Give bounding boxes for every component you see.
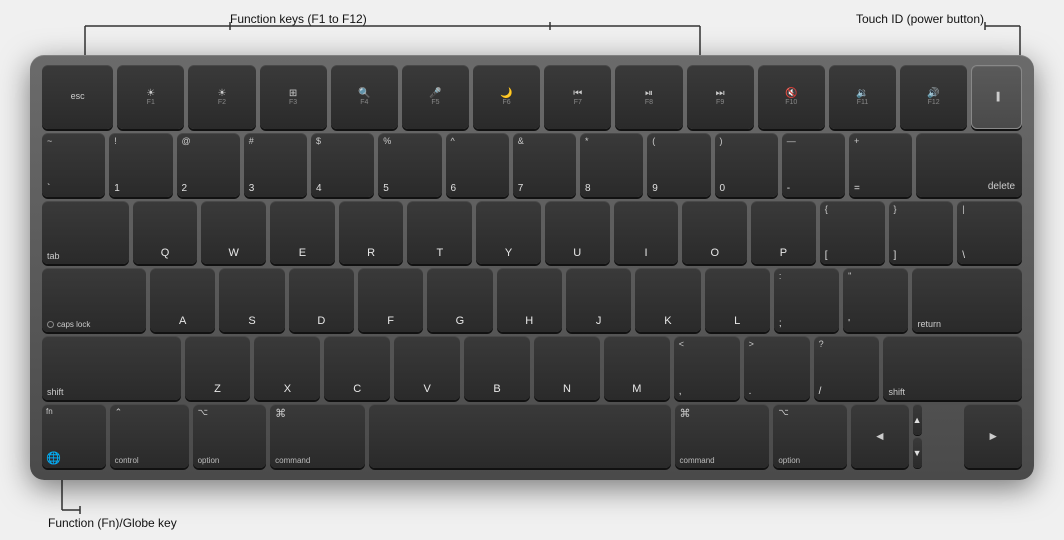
key-f8[interactable]: ⏯ F8	[615, 65, 682, 129]
key-5[interactable]: % 5	[378, 133, 441, 197]
key-v[interactable]: V	[394, 336, 460, 400]
function-keys-annotation: Function keys (F1 to F12)	[230, 12, 367, 26]
key-f[interactable]: F	[358, 268, 423, 332]
key-d[interactable]: D	[289, 268, 354, 332]
key-p[interactable]: P	[751, 201, 816, 265]
key-minus[interactable]: — -	[782, 133, 845, 197]
key-control-left[interactable]: ⌃ control	[110, 404, 189, 468]
key-shift-right[interactable]: shift	[883, 336, 1022, 400]
key-f3[interactable]: ⊞ F3	[260, 65, 327, 129]
key-f2[interactable]: ☀ F2	[188, 65, 255, 129]
key-arrow-up[interactable]: ▲	[913, 404, 922, 435]
key-1[interactable]: ! 1	[109, 133, 172, 197]
key-x[interactable]: X	[254, 336, 320, 400]
key-slash[interactable]: ? /	[814, 336, 880, 400]
key-arrow-ud: ▲ ▼	[913, 404, 961, 468]
key-c[interactable]: C	[324, 336, 390, 400]
key-shift-left[interactable]: shift	[42, 336, 181, 400]
globe-key-annotation: Function (Fn)/Globe key	[48, 516, 177, 530]
key-3[interactable]: # 3	[244, 133, 307, 197]
qwerty-row: tab Q W E R T Y U I O P { [ } ] | \	[42, 201, 1022, 265]
key-option-left[interactable]: ⌥ option	[193, 404, 267, 468]
key-8[interactable]: * 8	[580, 133, 643, 197]
key-command-left[interactable]: ⌘ command	[270, 404, 365, 468]
key-caps-lock[interactable]: caps lock	[42, 268, 146, 332]
keyboard-body: esc ☀ F1 ☀ F2 ⊞ F3 🔍 F4 🎤 F5	[30, 55, 1034, 480]
key-delete[interactable]: delete	[916, 133, 1022, 197]
key-y[interactable]: Y	[476, 201, 541, 265]
key-esc[interactable]: esc	[42, 65, 113, 129]
key-quote[interactable]: " '	[843, 268, 908, 332]
key-7[interactable]: & 7	[513, 133, 576, 197]
key-z[interactable]: Z	[185, 336, 251, 400]
key-lbracket[interactable]: { [	[820, 201, 885, 265]
key-f9[interactable]: ⏭ F9	[687, 65, 754, 129]
key-f6[interactable]: 🌙 F6	[473, 65, 540, 129]
key-l[interactable]: L	[705, 268, 770, 332]
key-arrow-right[interactable]: ►	[964, 404, 1022, 468]
key-f1[interactable]: ☀ F1	[117, 65, 184, 129]
key-backslash[interactable]: | \	[957, 201, 1022, 265]
key-fn-globe[interactable]: fn 🌐	[42, 404, 106, 468]
key-i[interactable]: I	[614, 201, 679, 265]
key-o[interactable]: O	[682, 201, 747, 265]
key-m[interactable]: M	[604, 336, 670, 400]
key-e[interactable]: E	[270, 201, 335, 265]
key-u[interactable]: U	[545, 201, 610, 265]
key-command-right[interactable]: ⌘ command	[675, 404, 770, 468]
key-backtick[interactable]: ~ `	[42, 133, 105, 197]
key-arrow-left[interactable]: ◄	[851, 404, 909, 468]
key-w[interactable]: W	[201, 201, 266, 265]
bottom-row: fn 🌐 ⌃ control ⌥ option ⌘ command ⌘ comm…	[42, 404, 1022, 468]
key-rbracket[interactable]: } ]	[889, 201, 954, 265]
key-f7[interactable]: ⏮ F7	[544, 65, 611, 129]
keyboard: esc ☀ F1 ☀ F2 ⊞ F3 🔍 F4 🎤 F5	[30, 55, 1034, 480]
key-return[interactable]: return	[912, 268, 1022, 332]
key-4[interactable]: $ 4	[311, 133, 374, 197]
number-row: ~ ` ! 1 @ 2 # 3 $ 4 % 5	[42, 133, 1022, 197]
key-9[interactable]: ( 9	[647, 133, 710, 197]
key-f11[interactable]: 🔉 F11	[829, 65, 896, 129]
key-a[interactable]: A	[150, 268, 215, 332]
key-n[interactable]: N	[534, 336, 600, 400]
key-equals[interactable]: + =	[849, 133, 912, 197]
key-arrow-down[interactable]: ▼	[913, 437, 922, 468]
key-k[interactable]: K	[635, 268, 700, 332]
key-0[interactable]: ) 0	[715, 133, 778, 197]
key-h[interactable]: H	[497, 268, 562, 332]
key-touch-id[interactable]: ▐	[971, 65, 1022, 129]
key-g[interactable]: G	[427, 268, 492, 332]
key-option-right[interactable]: ⌥ option	[773, 404, 847, 468]
key-comma[interactable]: < ,	[674, 336, 740, 400]
touch-id-annotation: Touch ID (power button)	[856, 12, 984, 26]
home-row: caps lock A S D F G H J K L : ; " ' retu…	[42, 268, 1022, 332]
key-tab[interactable]: tab	[42, 201, 129, 265]
key-b[interactable]: B	[464, 336, 530, 400]
key-t[interactable]: T	[407, 201, 472, 265]
key-q[interactable]: Q	[133, 201, 198, 265]
key-f12[interactable]: 🔊 F12	[900, 65, 967, 129]
fn-row: esc ☀ F1 ☀ F2 ⊞ F3 🔍 F4 🎤 F5	[42, 65, 1022, 129]
key-f4[interactable]: 🔍 F4	[331, 65, 398, 129]
key-space[interactable]	[369, 404, 671, 468]
key-s[interactable]: S	[219, 268, 284, 332]
shift-row: shift Z X C V B N M < , > . ? / shift	[42, 336, 1022, 400]
key-semicolon[interactable]: : ;	[774, 268, 839, 332]
key-j[interactable]: J	[566, 268, 631, 332]
key-r[interactable]: R	[339, 201, 404, 265]
key-2[interactable]: @ 2	[177, 133, 240, 197]
key-period[interactable]: > .	[744, 336, 810, 400]
key-f5[interactable]: 🎤 F5	[402, 65, 469, 129]
key-f10[interactable]: 🔇 F10	[758, 65, 825, 129]
key-6[interactable]: ^ 6	[446, 133, 509, 197]
